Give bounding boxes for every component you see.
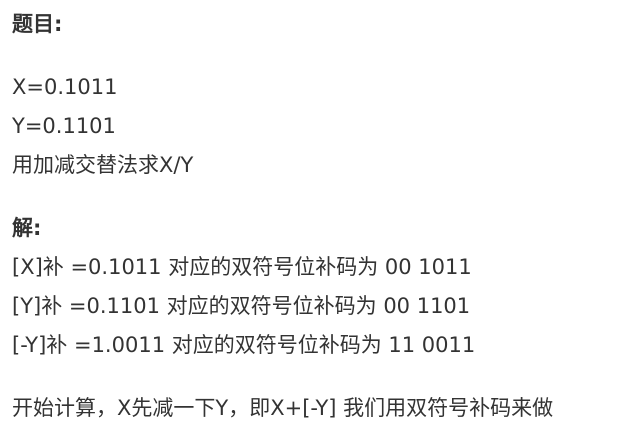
solution-line-x: [X]补 =0.1011 对应的双符号位补码为 00 1011	[12, 255, 472, 279]
solution-line-neg-y: [-Y]补 =1.0011 对应的双符号位补码为 11 0011	[12, 333, 476, 357]
final-line: 开始计算，X先减一下Y，即X+[-Y] 我们用双符号补码来做	[12, 396, 554, 420]
problem-line-x: X=0.1011	[12, 75, 118, 99]
problem-line-task: 用加减交替法求X/Y	[12, 153, 194, 177]
problem-heading: 题目:	[12, 12, 63, 36]
solution-line-y: [Y]补 =0.1101 对应的双符号位补码为 00 1101	[12, 294, 471, 318]
solution-heading: 解:	[12, 216, 42, 240]
problem-line-y: Y=0.1101	[12, 114, 116, 138]
